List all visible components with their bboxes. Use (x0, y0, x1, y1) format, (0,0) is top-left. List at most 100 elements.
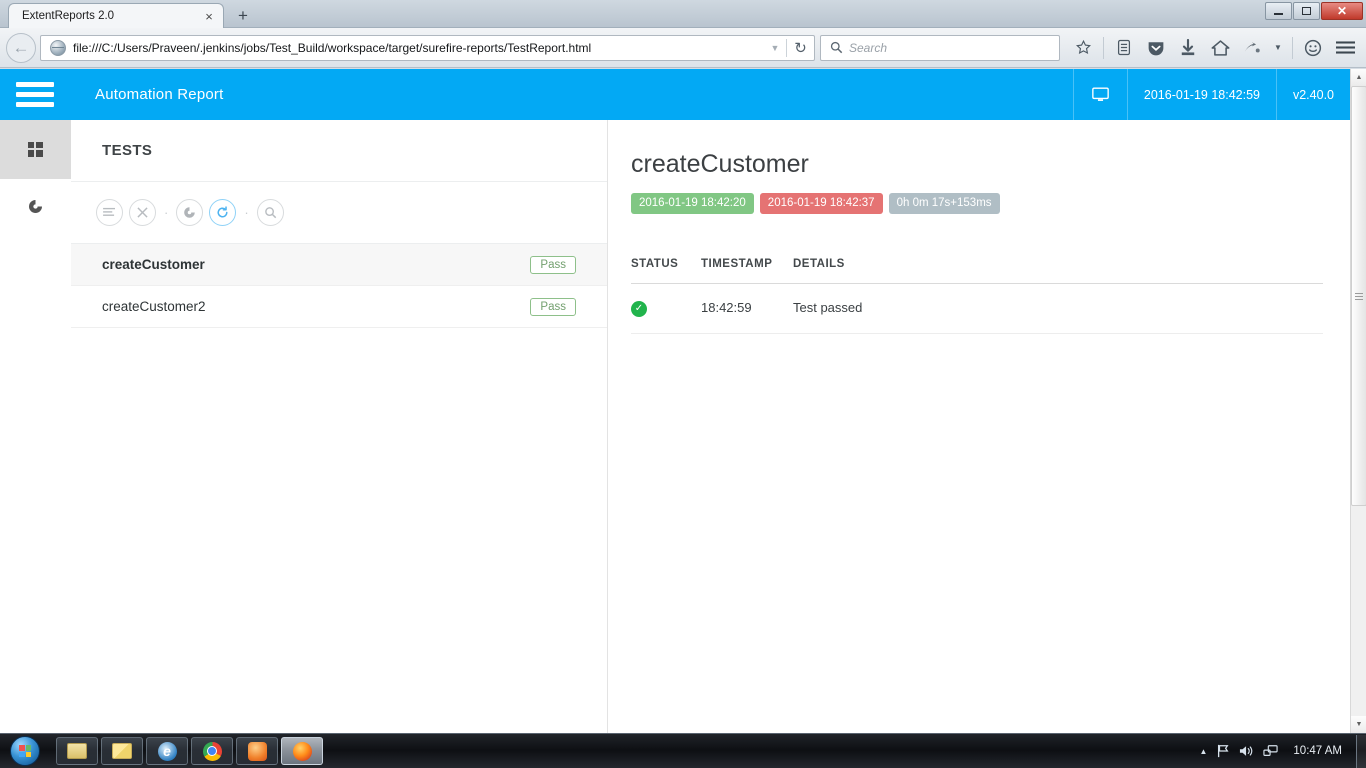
windows-logo-icon (10, 736, 40, 766)
windows-taskbar: ▲ 10:47 AM (0, 733, 1366, 768)
address-bar[interactable]: file:///C:/Users/Praveen/.jenkins/jobs/T… (40, 34, 815, 61)
scroll-down-button[interactable]: ▼ (1351, 716, 1366, 733)
url-text: file:///C:/Users/Praveen/.jenkins/jobs/T… (73, 40, 592, 55)
system-tray: ▲ 10:47 AM (1199, 744, 1356, 758)
tests-filter-toolbar: · · (71, 182, 607, 244)
browser-toolbar-icons: ▼ (1068, 34, 1360, 62)
status-badge: Pass (530, 255, 576, 274)
minimize-button[interactable] (1265, 2, 1292, 20)
status-badge: Pass (530, 297, 576, 316)
test-name: createCustomer (102, 257, 205, 272)
tests-panel-header: TESTS (71, 120, 607, 182)
filter-gauge-button[interactable] (176, 199, 204, 226)
page-scrollbar[interactable]: ▲ ▼ (1350, 69, 1366, 733)
taskbar-item-internet-explorer[interactable] (146, 737, 188, 765)
separator-dot: · (164, 205, 169, 220)
column-header-timestamp: TIMESTAMP (701, 257, 793, 284)
row-status: ✓ (631, 283, 701, 334)
sidebar-item-dashboard[interactable] (0, 120, 71, 179)
close-icon[interactable]: × (201, 8, 217, 24)
report-version: v2.40.0 (1275, 69, 1350, 120)
divider (1103, 36, 1104, 59)
reading-list-icon[interactable] (1109, 34, 1139, 62)
home-icon[interactable] (1205, 34, 1235, 62)
refresh-icon (217, 206, 228, 218)
reload-icon[interactable]: ↻ (786, 38, 814, 57)
end-time-badge: 2016-01-19 18:42:37 (759, 193, 883, 214)
check-circle-icon: ✓ (631, 300, 647, 317)
bookmark-star-icon[interactable] (1068, 34, 1098, 62)
table-header-row: STATUS TIMESTAMP DETAILS (631, 257, 1323, 284)
taskbar-item-firefox[interactable] (281, 737, 323, 765)
feedback-smiley-icon[interactable] (1298, 34, 1328, 62)
ie-icon (157, 741, 177, 761)
sidebar-toggle-button[interactable] (0, 69, 70, 120)
new-tab-button[interactable]: + (232, 6, 254, 26)
chrome-icon (202, 741, 222, 761)
dropdown-icon[interactable]: ▼ (1269, 34, 1287, 62)
taskbar-apps (56, 737, 323, 765)
close-window-button[interactable]: ✕ (1321, 2, 1363, 20)
scroll-up-button[interactable]: ▲ (1351, 69, 1366, 86)
taskbar-item-file-explorer[interactable] (56, 737, 98, 765)
menu-hamburger-icon[interactable] (1330, 34, 1360, 62)
column-header-status: STATUS (631, 257, 701, 284)
filter-list-button[interactable] (96, 199, 123, 226)
show-hidden-icons-button[interactable]: ▲ (1199, 747, 1207, 756)
filter-fail-button[interactable] (129, 199, 156, 226)
chevron-down-icon[interactable]: ▼ (764, 43, 786, 53)
grid-dashboard-icon (28, 142, 43, 157)
taskbar-clock[interactable]: 10:47 AM (1287, 745, 1348, 757)
scrollbar-thumb[interactable] (1351, 86, 1366, 506)
tests-list: createCustomer Pass createCustomer2 Pass (71, 244, 607, 328)
page-title: Automation Report (95, 86, 224, 103)
gauge-icon (184, 207, 196, 218)
search-bar[interactable]: Search (820, 34, 1060, 61)
list-lines-icon (103, 207, 115, 216)
browser-window: ExtentReports 2.0 × + ✕ ← file:///C:/Use… (0, 0, 1366, 733)
row-timestamp: 18:42:59 (701, 283, 793, 334)
scrollbar-grip (1355, 292, 1363, 300)
show-desktop-button[interactable] (1356, 734, 1366, 768)
table-row: ✓ 18:42:59 Test passed (631, 283, 1323, 334)
app-body: TESTS · · createCustomer Pass createCust… (0, 120, 1350, 733)
restore-button[interactable] (1293, 2, 1320, 20)
test-detail-panel: createCustomer 2016-01-19 18:42:20 2016-… (609, 120, 1350, 733)
pie-chart-icon (28, 199, 43, 219)
report-timestamp: 2016-01-19 18:42:59 (1126, 69, 1276, 120)
duration-badge: 0h 0m 17s+153ms (888, 193, 1000, 214)
downloads-icon[interactable] (1173, 34, 1203, 62)
sync-icon[interactable] (1237, 34, 1267, 62)
window-controls: ✕ (1265, 2, 1363, 20)
back-button[interactable]: ← (6, 32, 36, 63)
pocket-icon[interactable] (1141, 34, 1171, 62)
start-time-badge: 2016-01-19 18:42:20 (631, 193, 754, 214)
firefox-icon (292, 741, 312, 761)
start-button[interactable] (0, 735, 50, 768)
browser-tabstrip: ExtentReports 2.0 × + ✕ (0, 0, 1366, 28)
list-item[interactable]: createCustomer Pass (71, 244, 607, 286)
list-item[interactable]: createCustomer2 Pass (71, 286, 607, 328)
detail-title: createCustomer (631, 150, 809, 178)
test-name: createCustomer2 (102, 299, 206, 314)
app-topbar: Automation Report 2016-01-19 18:42:59 v2… (0, 69, 1350, 120)
close-x-icon (137, 207, 148, 218)
search-placeholder: Search (849, 40, 888, 55)
column-header-details: DETAILS (793, 257, 1323, 284)
taskbar-item-sticky-app[interactable] (101, 737, 143, 765)
stack-icon (112, 743, 132, 759)
topbar-right: 2016-01-19 18:42:59 v2.40.0 (1072, 69, 1350, 120)
monitor-icon[interactable] (1072, 69, 1127, 120)
taskbar-item-google-chrome[interactable] (191, 737, 233, 765)
network-icon[interactable] (1263, 744, 1279, 758)
speaker-icon[interactable] (1239, 744, 1254, 758)
browser-tab[interactable]: ExtentReports 2.0 × (8, 3, 224, 28)
globe-icon (50, 39, 66, 56)
divider (1292, 36, 1293, 59)
filter-refresh-button[interactable] (209, 199, 237, 226)
filter-search-button[interactable] (256, 199, 284, 226)
taskbar-item-uc-browser[interactable] (236, 737, 278, 765)
flag-icon[interactable] (1216, 744, 1230, 758)
sidebar-item-charts[interactable] (0, 179, 71, 238)
separator-dot: · (244, 205, 249, 220)
